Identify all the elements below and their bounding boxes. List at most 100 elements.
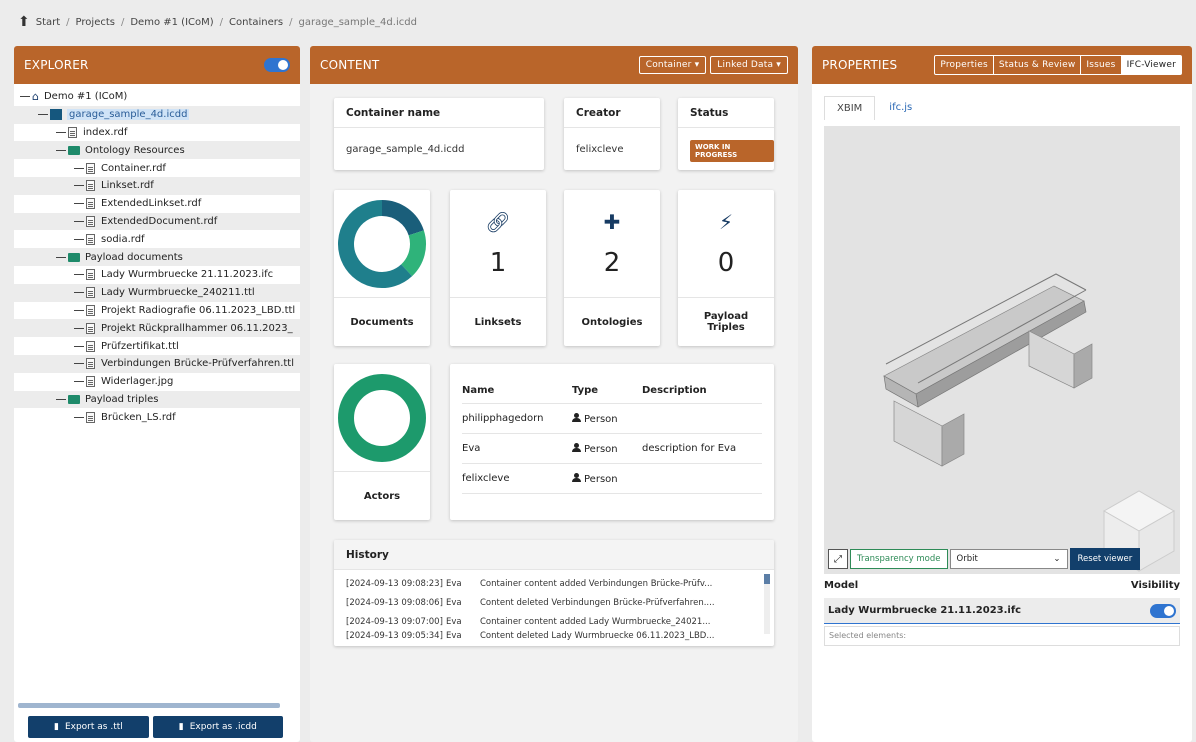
tree-item[interactable]: Lady Wurmbruecke 21.11.2023.ifc: [14, 266, 300, 284]
puzzle-icon: ✚: [603, 209, 621, 234]
file-icon: [86, 287, 95, 299]
linked-data-select[interactable]: Linked Data ▾: [710, 56, 788, 74]
tree-item[interactable]: sodia.rdf: [14, 230, 300, 248]
model-row[interactable]: Lady Wurmbruecke 21.11.2023.ifc: [824, 598, 1180, 624]
expand-icon[interactable]: ⤢: [828, 549, 848, 569]
tab-ifcjs[interactable]: ifc.js: [877, 96, 924, 120]
tree-item[interactable]: Payload triples: [14, 390, 300, 409]
tree-item[interactable]: Linkset.rdf: [14, 176, 300, 195]
tab-ifc-viewer[interactable]: IFC-Viewer: [1120, 56, 1181, 74]
content-header: CONTENT Container ▾ Linked Data ▾: [310, 46, 798, 84]
tree-item-label: Brücken_LS.rdf: [101, 411, 176, 423]
history-scroll-thumb[interactable]: [764, 574, 770, 584]
history-message: Container content added Lady Wurmbruecke…: [480, 616, 711, 627]
horizontal-scrollbar[interactable]: [18, 703, 280, 708]
table-row[interactable]: felixcleve Person: [462, 464, 762, 494]
file-icon: [86, 198, 95, 210]
folder-icon: [68, 394, 80, 404]
documents-card[interactable]: Documents: [334, 190, 430, 346]
file-icon: ▮: [178, 722, 184, 732]
tree-item[interactable]: ExtendedDocument.rdf: [14, 212, 300, 231]
actors-card[interactable]: Actors: [334, 364, 430, 520]
model-label: Model: [824, 580, 859, 591]
payload-triples-card[interactable]: ⚡︎ 0 Payload Triples: [678, 190, 774, 346]
history-row: [2024-09-13 09:07:00] Eva Container cont…: [334, 612, 774, 631]
reset-viewer-button[interactable]: Reset viewer: [1069, 548, 1141, 570]
breadcrumb-start[interactable]: Start: [36, 17, 60, 28]
content-panel: CONTENT Container ▾ Linked Data ▾ Contai…: [310, 46, 798, 742]
tree-connector: [56, 149, 66, 151]
table-row[interactable]: philipphagedorn Person: [462, 404, 762, 434]
actor-type-label: Person: [584, 473, 618, 485]
tree-item[interactable]: ExtendedLinkset.rdf: [14, 195, 300, 213]
viewer-toolbar: ⤢ Transparency mode Orbit ⌄ Reset viewer: [828, 548, 1141, 570]
visibility-label: Visibility: [1130, 580, 1180, 591]
history-timestamp: [2024-09-13 09:08:06]: [346, 597, 443, 608]
breadcrumb-projects[interactable]: Projects: [76, 17, 115, 28]
history-scrollbar[interactable]: [764, 574, 770, 634]
table-row[interactable]: Eva Person description for Eva: [462, 434, 762, 464]
history-timestamp: [2024-09-13 09:08:23]: [346, 578, 443, 589]
tree-item[interactable]: Payload documents: [14, 248, 300, 266]
tree-item[interactable]: Projekt Radiografie 06.11.2023_LBD.ttl: [14, 302, 300, 320]
tree-connector: [56, 398, 66, 400]
tree-item[interactable]: Ontology Resources: [14, 141, 300, 160]
breadcrumb-separator: /: [219, 16, 224, 28]
payload-count: 0: [717, 247, 735, 278]
visibility-toggle[interactable]: [1150, 603, 1176, 618]
file-icon: [86, 358, 95, 370]
breadcrumb-containers[interactable]: Containers: [229, 17, 283, 28]
export-icdd-button[interactable]: ▮ Export as .icdd: [152, 716, 283, 738]
file-icon: ▮: [54, 722, 59, 732]
tree-item[interactable]: index.rdf: [14, 124, 300, 142]
breadcrumb-project[interactable]: Demo #1 (ICoM): [130, 17, 213, 28]
navigation-mode-select[interactable]: Orbit ⌄: [949, 549, 1068, 569]
properties-panel: PROPERTIES Properties Status & Review Is…: [812, 46, 1192, 742]
export-icdd-label: Export as .icdd: [189, 722, 257, 732]
col-type: Type: [572, 385, 599, 396]
bridge-model: [883, 273, 1176, 572]
tree-item[interactable]: Verbindungen Brücke-Prüfverfahren.ttl: [14, 354, 300, 373]
documents-chart-area: [334, 190, 430, 298]
tree-item[interactable]: Container.rdf: [14, 159, 300, 177]
actor-name: felixcleve: [462, 473, 510, 484]
documents-label: Documents: [350, 316, 414, 328]
tree-connector: [74, 381, 84, 383]
tab-properties[interactable]: Properties: [935, 56, 992, 74]
tree-item[interactable]: Projekt Rückprallhammer 06.11.2023_: [14, 319, 300, 338]
tab-status-review[interactable]: Status & Review: [992, 56, 1081, 74]
transparency-mode-button[interactable]: Transparency mode: [850, 549, 948, 569]
linksets-card[interactable]: 🔗︎ 1 Linksets: [450, 190, 546, 346]
tree-item-label: Verbindungen Brücke-Prüfverfahren.ttl: [101, 358, 295, 370]
abutment-left: [893, 400, 943, 467]
container-select[interactable]: Container ▾: [638, 56, 707, 74]
tree-item-label: index.rdf: [83, 126, 128, 138]
tree-item-label: sodia.rdf: [101, 233, 145, 245]
export-ttl-button[interactable]: ▮ Export as .ttl: [28, 716, 149, 738]
tab-issues[interactable]: Issues: [1080, 56, 1120, 74]
tree-item[interactable]: ⌂ Demo #1 (ICoM): [14, 88, 300, 106]
tree-connector: [74, 203, 84, 205]
status-badge: WORK IN PROGRESS: [690, 140, 774, 162]
tree-item[interactable]: Lady Wurmbruecke_240211.ttl: [14, 283, 300, 302]
actors-table-card: Name Type Description philipphagedorn Pe…: [450, 364, 774, 520]
actor-name: Eva: [462, 443, 481, 454]
tree-item[interactable]: Brücken_LS.rdf: [14, 408, 300, 426]
tree-item[interactable]: garage_sample_4d.icdd: [14, 105, 300, 124]
tree-item-label: Lady Wurmbruecke_240211.ttl: [101, 287, 255, 299]
explorer-toggle[interactable]: [264, 58, 290, 72]
ifc-3d-viewer[interactable]: ⤢ Transparency mode Orbit ⌄ Reset viewer: [824, 126, 1180, 574]
tab-xbim[interactable]: XBIM: [824, 96, 876, 120]
viewer-tabs: XBIM ifc.js: [812, 84, 1192, 120]
file-icon: [86, 233, 95, 245]
actors-donut-ring: [338, 373, 426, 462]
file-icon: [86, 340, 95, 352]
ontologies-card[interactable]: ✚ 2 Ontologies: [564, 190, 660, 346]
tree-item[interactable]: Prüfzertifikat.ttl: [14, 337, 300, 355]
tree-connector: [74, 327, 84, 329]
tree-item-label: Projekt Rückprallhammer 06.11.2023_: [101, 322, 293, 334]
creator-value: felixcleve: [576, 144, 624, 155]
navigation-mode-value: Orbit: [956, 554, 978, 564]
tree-item-label: Widerlager.jpg: [101, 376, 174, 388]
tree-item[interactable]: Widerlager.jpg: [14, 373, 300, 391]
